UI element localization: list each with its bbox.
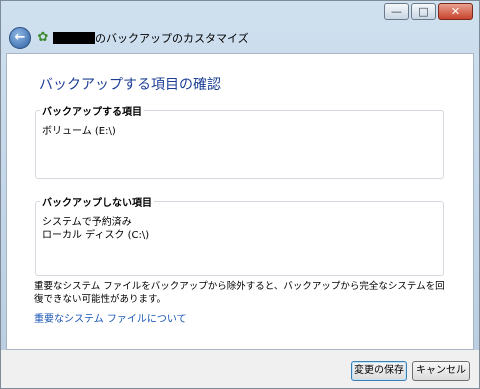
- navigation-bar: ← ✿ のバックアップのカスタマイズ: [1, 27, 479, 53]
- minimize-button[interactable]: —: [384, 3, 409, 20]
- close-button[interactable]: ✕: [438, 3, 473, 20]
- cancel-button[interactable]: キャンセル: [412, 361, 470, 381]
- backup-items-group: バックアップする項目 ボリューム (E:\): [35, 103, 444, 179]
- content-panel: バックアップする項目の確認 バックアップする項目 ボリューム (E:\) バック…: [6, 53, 474, 350]
- title-bar: — □ ✕: [1, 1, 479, 27]
- maximize-button[interactable]: □: [411, 3, 436, 20]
- save-changes-button[interactable]: 変更の保存: [351, 361, 407, 381]
- dialog-window: — □ ✕ ← ✿ のバックアップのカスタマイズ バックアップする項目の確認 バ…: [0, 0, 480, 389]
- excluded-items-label: バックアップしない項目: [40, 194, 154, 209]
- backup-items-label: バックアップする項目: [40, 103, 144, 118]
- redacted-name: [53, 32, 95, 44]
- warning-note: 重要なシステム ファイルをバックアップから除外すると、バックアップから完全なシス…: [34, 281, 445, 305]
- window-controls: — □ ✕: [382, 3, 473, 20]
- button-bar: 変更の保存 キャンセル: [1, 350, 479, 388]
- list-item: ローカル ディスク (C:\): [42, 230, 150, 241]
- system-files-link[interactable]: 重要なシステム ファイルについて: [34, 310, 187, 325]
- list-item: ボリューム (E:\): [42, 126, 116, 137]
- window-title: のバックアップのカスタマイズ: [95, 32, 249, 45]
- backup-app-icon: ✿: [37, 30, 49, 45]
- page-heading: バックアップする項目の確認: [39, 77, 221, 93]
- back-arrow-icon[interactable]: ←: [9, 27, 31, 49]
- excluded-items-group: バックアップしない項目 システムで予約済み ローカル ディスク (C:\): [35, 194, 444, 276]
